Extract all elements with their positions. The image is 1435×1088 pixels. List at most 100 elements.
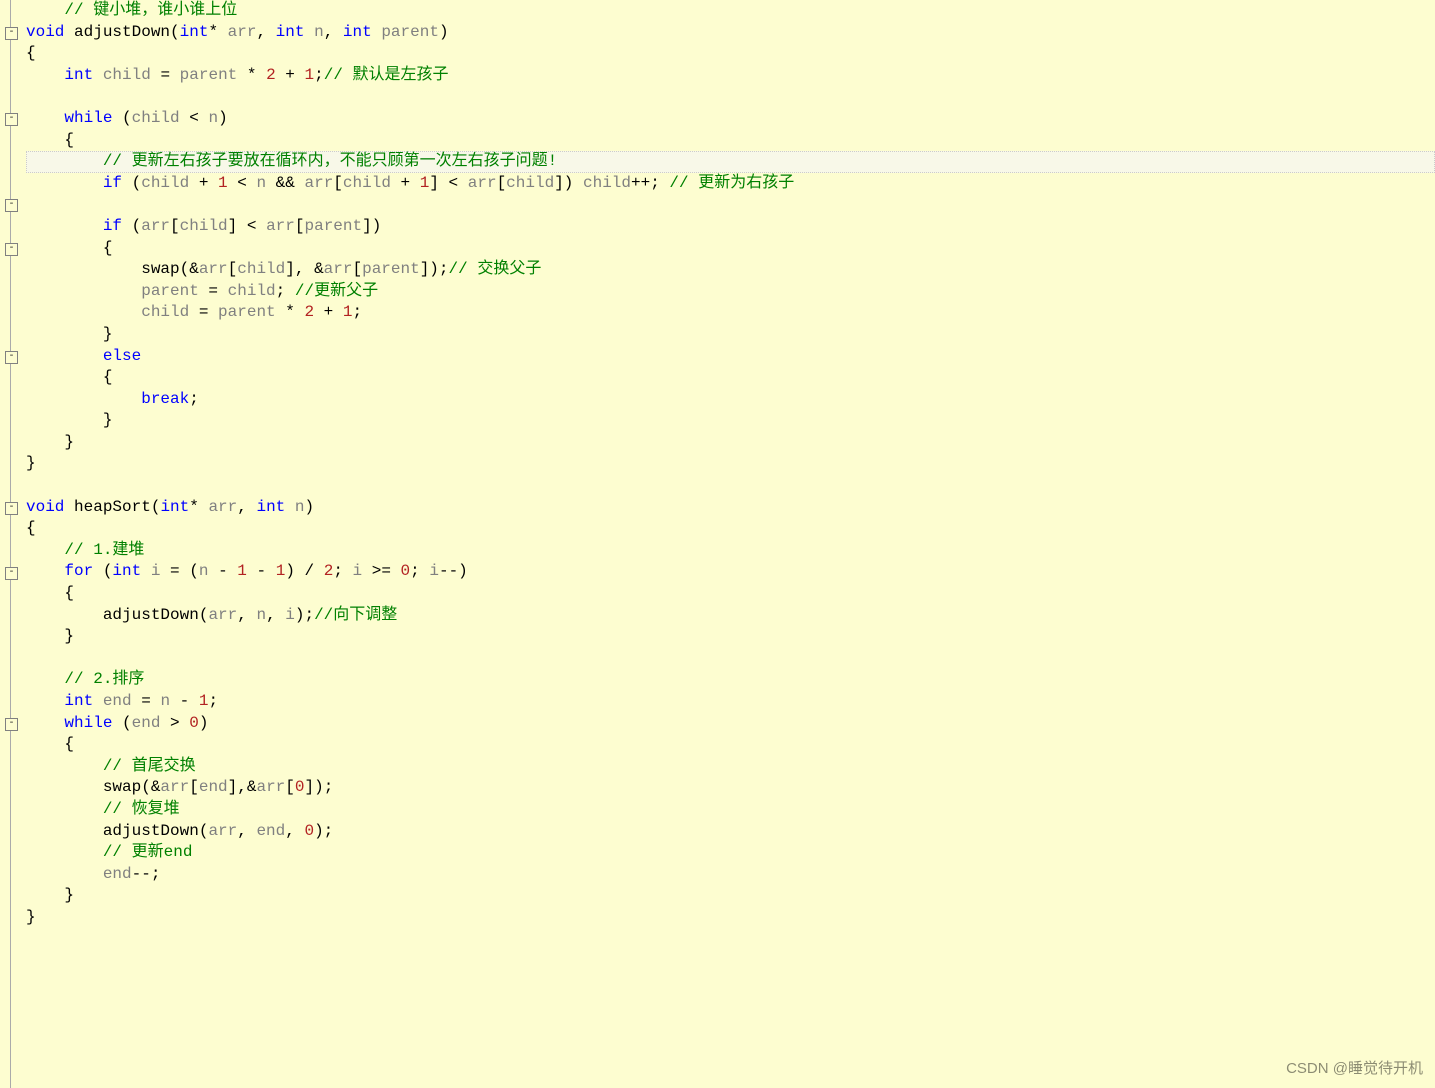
code-line[interactable]: }	[26, 885, 1435, 907]
code-line[interactable]: adjustDown(arr, n, i);//向下调整	[26, 605, 1435, 627]
code-token: arr	[324, 260, 353, 278]
code-line[interactable]: {	[26, 43, 1435, 65]
code-line[interactable]: {	[26, 583, 1435, 605]
code-token: // 默认是左孩子	[324, 66, 449, 84]
code-token: ,	[237, 822, 256, 840]
code-token: i	[151, 562, 161, 580]
code-token: child	[583, 174, 631, 192]
code-token: (	[93, 562, 112, 580]
code-line[interactable]: }	[26, 453, 1435, 475]
code-token: // 恢复堆	[103, 800, 180, 818]
code-token: arr	[208, 498, 237, 516]
code-token: int	[343, 23, 372, 41]
code-token: parent	[218, 303, 276, 321]
code-line[interactable]: // 首尾交换	[26, 756, 1435, 778]
code-line[interactable]: }	[26, 324, 1435, 346]
code-line[interactable]: {	[26, 367, 1435, 389]
code-line[interactable]: {	[26, 734, 1435, 756]
code-token: end	[199, 778, 228, 796]
code-token: arr	[141, 217, 170, 235]
code-line[interactable]: void heapSort(int* arr, int n)	[26, 497, 1435, 519]
code-token: n	[256, 174, 266, 192]
code-token: int	[160, 498, 189, 516]
code-line[interactable]: // 更新end	[26, 842, 1435, 864]
code-line[interactable]: swap(&arr[end],&arr[0]);	[26, 777, 1435, 799]
code-line[interactable]: void adjustDown(int* arr, int n, int par…	[26, 22, 1435, 44]
code-line[interactable]: // 更新左右孩子要放在循环内，不能只顾第一次左右孩子问题!	[26, 151, 1435, 173]
code-token: int	[64, 66, 93, 84]
code-token: )	[199, 714, 209, 732]
code-line[interactable]: while (end > 0)	[26, 713, 1435, 735]
code-line[interactable]	[26, 475, 1435, 497]
code-line[interactable]	[26, 648, 1435, 670]
code-line[interactable]: }	[26, 410, 1435, 432]
code-token	[26, 195, 36, 213]
code-token: ;	[333, 562, 352, 580]
code-token: // 更新左右孩子要放在循环内，不能只顾第一次左右孩子问题!	[103, 152, 557, 170]
code-token: }	[26, 433, 74, 451]
code-token: end	[103, 865, 132, 883]
code-token: arr	[468, 174, 497, 192]
code-line[interactable]: adjustDown(arr, end, 0);	[26, 821, 1435, 843]
code-token: [	[333, 174, 343, 192]
code-line[interactable]	[26, 86, 1435, 108]
code-token	[26, 174, 103, 192]
code-line[interactable]: child = parent * 2 + 1;	[26, 302, 1435, 324]
code-line[interactable]: // 1.建堆	[26, 540, 1435, 562]
fold-toggle-icon[interactable]: -	[5, 113, 18, 126]
code-line[interactable]: // 2.排序	[26, 669, 1435, 691]
code-token	[26, 390, 141, 408]
code-token: =	[132, 692, 161, 710]
code-line[interactable]: // 键小堆，谁小谁上位	[26, 0, 1435, 22]
code-token: = (	[160, 562, 198, 580]
code-token: ] <	[228, 217, 266, 235]
code-token: parent	[141, 282, 199, 300]
code-line[interactable]: {	[26, 518, 1435, 540]
code-token: child	[103, 66, 151, 84]
code-line[interactable]: int child = parent * 2 + 1;// 默认是左孩子	[26, 65, 1435, 87]
code-token: parent	[304, 217, 362, 235]
fold-toggle-icon[interactable]: -	[5, 27, 18, 40]
code-token: void	[26, 23, 64, 41]
code-token: --;	[132, 865, 161, 883]
code-token: {	[26, 584, 74, 602]
code-token: *	[276, 303, 305, 321]
code-token: ;	[314, 66, 324, 84]
code-line[interactable]: if (arr[child] < arr[parent])	[26, 216, 1435, 238]
code-token: arr	[208, 822, 237, 840]
fold-toggle-icon[interactable]: -	[5, 567, 18, 580]
code-token: parent	[180, 66, 238, 84]
code-line[interactable]: break;	[26, 389, 1435, 411]
fold-toggle-icon[interactable]: -	[5, 199, 18, 212]
code-editor[interactable]: -------- // 键小堆，谁小谁上位void adjustDown(int…	[0, 0, 1435, 1088]
fold-toggle-icon[interactable]: -	[5, 502, 18, 515]
code-line[interactable]: }	[26, 626, 1435, 648]
code-line[interactable]: swap(&arr[child], &arr[parent]);// 交换父子	[26, 259, 1435, 281]
code-line[interactable]: }	[26, 907, 1435, 929]
code-token: 1	[237, 562, 247, 580]
code-line[interactable]: {	[26, 238, 1435, 260]
fold-toggle-icon[interactable]: -	[5, 718, 18, 731]
code-line[interactable]: int end = n - 1;	[26, 691, 1435, 713]
fold-toggle-icon[interactable]: -	[5, 351, 18, 364]
code-area[interactable]: // 键小堆，谁小谁上位void adjustDown(int* arr, in…	[22, 0, 1435, 1088]
code-token: child	[132, 109, 180, 127]
code-line[interactable]: else	[26, 346, 1435, 368]
fold-gutter[interactable]: - - - - - - - -	[0, 0, 22, 1088]
code-line[interactable]: if (child + 1 < n && arr[child + 1] < ar…	[26, 173, 1435, 195]
code-line[interactable]: {	[26, 130, 1435, 152]
code-line[interactable]: for (int i = (n - 1 - 1) / 2; i >= 0; i-…	[26, 561, 1435, 583]
code-line[interactable]: while (child < n)	[26, 108, 1435, 130]
code-token: child	[180, 217, 228, 235]
code-line[interactable]: }	[26, 432, 1435, 454]
code-line[interactable]: // 恢复堆	[26, 799, 1435, 821]
code-token	[26, 541, 64, 559]
code-token: *	[208, 23, 227, 41]
code-token: [	[285, 778, 295, 796]
fold-toggle-icon[interactable]: -	[5, 243, 18, 256]
code-line[interactable]	[26, 194, 1435, 216]
code-line[interactable]: parent = child; //更新父子	[26, 281, 1435, 303]
code-token: )	[305, 498, 315, 516]
code-line[interactable]: end--;	[26, 864, 1435, 886]
code-token: <	[180, 109, 209, 127]
